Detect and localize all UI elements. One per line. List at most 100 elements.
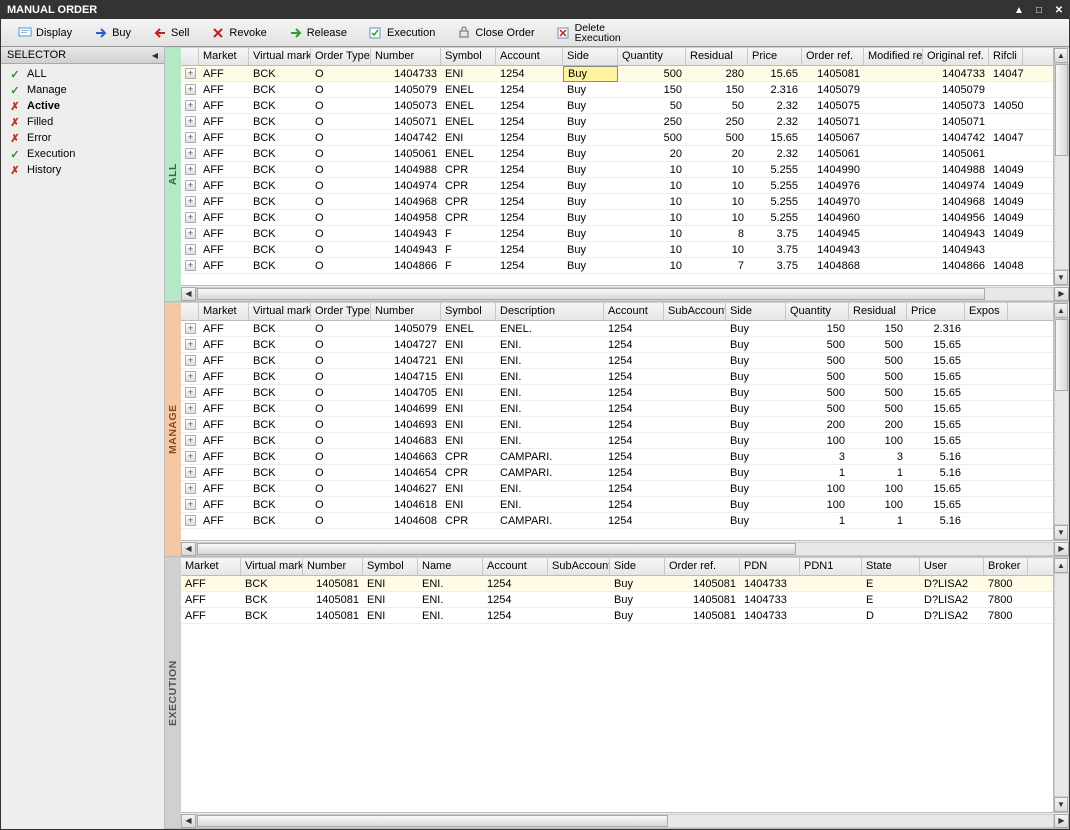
column-header[interactable]: Symbol [441,303,496,320]
column-header[interactable]: Order ref. [665,558,740,575]
selector-collapse-icon[interactable]: ◀ [152,51,158,60]
column-header[interactable]: Order ref. [802,48,864,65]
column-header[interactable]: Account [483,558,548,575]
table-row[interactable]: +AFFBCKO1404742ENI1254Buy50050015.651405… [181,130,1053,146]
column-header[interactable]: Price [907,303,965,320]
panel-tab-manage[interactable]: MANAGE [165,303,181,556]
scroll-left-icon[interactable]: ◀ [181,287,196,301]
column-header[interactable]: Virtual marke [241,558,303,575]
scrollbar-vertical[interactable]: ▲ ▼ [1053,558,1069,812]
table-row[interactable]: +AFFBCKO1404727ENIENI.1254Buy50050015.65 [181,337,1053,353]
buy-button[interactable]: Buy [83,22,142,44]
close-order-button[interactable]: Close Order [446,22,545,44]
table-row[interactable]: +AFFBCKO1404705ENIENI.1254Buy50050015.65 [181,385,1053,401]
table-row[interactable]: +AFFBCKO1404733ENI1254Buy50028015.651405… [181,66,1053,82]
scroll-right-icon[interactable]: ▶ [1054,287,1069,301]
column-header[interactable]: User [920,558,984,575]
expand-icon[interactable]: + [185,260,196,271]
minimize-up-icon[interactable]: ▲ [1013,4,1025,16]
column-header[interactable]: Rifcli [989,48,1023,65]
expand-icon[interactable]: + [185,403,196,414]
expand-icon[interactable]: + [185,355,196,366]
selector-item-filled[interactable]: ✗Filled [1,114,164,130]
expand-icon[interactable]: + [185,451,196,462]
table-row[interactable]: +AFFBCKO1405071ENEL1254Buy2502502.321405… [181,114,1053,130]
panel-tab-execution[interactable]: EXECUTION [165,558,181,828]
table-row[interactable]: +AFFBCKO1404699ENIENI.1254Buy50050015.65 [181,401,1053,417]
maximize-icon[interactable]: □ [1033,4,1045,16]
scroll-down-icon[interactable]: ▼ [1054,270,1068,285]
column-header[interactable]: Order Type [311,48,371,65]
expand-icon[interactable]: + [185,180,196,191]
scrollbar-vertical[interactable]: ▲ ▼ [1053,48,1069,285]
column-header[interactable]: Original ref. [923,48,989,65]
scroll-down-icon[interactable]: ▼ [1054,525,1068,540]
column-header[interactable]: Virtual marke [249,303,311,320]
expand-icon[interactable]: + [185,116,196,127]
scroll-up-icon[interactable]: ▲ [1054,48,1068,63]
expand-icon[interactable]: + [185,84,196,95]
column-header[interactable]: Side [563,48,618,65]
table-row[interactable]: AFFBCK1405081ENIENI.1254Buy1405081140473… [181,592,1053,608]
table-row[interactable]: +AFFBCKO1404663CPRCAMPARI.1254Buy335.16 [181,449,1053,465]
table-row[interactable]: +AFFBCKO1404988CPR1254Buy10105.255140499… [181,162,1053,178]
panel-tab-all[interactable]: ALL [165,48,181,301]
column-header[interactable]: Expos [965,303,1008,320]
table-row[interactable]: +AFFBCKO1404715ENIENI.1254Buy50050015.65 [181,369,1053,385]
selector-item-all[interactable]: ✓ALL [1,66,164,82]
selector-item-active[interactable]: ✗Active [1,98,164,114]
execution-button[interactable]: Execution [358,22,446,44]
expand-icon[interactable]: + [185,132,196,143]
column-header[interactable]: PDN [740,558,800,575]
table-row[interactable]: +AFFBCKO1405061ENEL1254Buy20202.32140506… [181,146,1053,162]
table-row[interactable]: +AFFBCKO1404608CPRCAMPARI.1254Buy115.16 [181,513,1053,529]
column-header[interactable]: Name [418,558,483,575]
expand-icon[interactable]: + [185,515,196,526]
expand-icon[interactable]: + [185,212,196,223]
expand-icon[interactable]: + [185,499,196,510]
table-row[interactable]: +AFFBCKO1404618ENIENI.1254Buy10010015.65 [181,497,1053,513]
column-header[interactable]: Account [604,303,664,320]
display-button[interactable]: Display [7,22,83,44]
scrollbar-horizontal[interactable]: ◀ ▶ [181,540,1069,556]
expand-icon[interactable]: + [185,435,196,446]
table-row[interactable]: +AFFBCKO1404693ENIENI.1254Buy20020015.65 [181,417,1053,433]
expand-icon[interactable]: + [185,244,196,255]
scroll-left-icon[interactable]: ◀ [181,814,196,828]
scroll-up-icon[interactable]: ▲ [1054,303,1068,318]
column-header[interactable]: Quantity [618,48,686,65]
expand-icon[interactable]: + [185,483,196,494]
expand-icon[interactable]: + [185,323,196,334]
scroll-up-icon[interactable]: ▲ [1054,558,1068,573]
column-header[interactable]: Symbol [363,558,418,575]
revoke-button[interactable]: Revoke [200,22,277,44]
delete-execution-button[interactable]: DeleteExecution [546,22,632,44]
table-row[interactable]: +AFFBCKO1405073ENEL1254Buy50502.32140507… [181,98,1053,114]
table-row[interactable]: +AFFBCKO1404974CPR1254Buy10105.255140497… [181,178,1053,194]
expand-icon[interactable]: + [185,387,196,398]
column-header[interactable]: Virtual marke [249,48,311,65]
expand-icon[interactable]: + [185,164,196,175]
table-row[interactable]: AFFBCK1405081ENIENI.1254Buy1405081140473… [181,608,1053,624]
column-header[interactable]: Side [726,303,786,320]
scrollbar-vertical[interactable]: ▲ ▼ [1053,303,1069,540]
expand-icon[interactable]: + [185,228,196,239]
expand-icon[interactable]: + [185,467,196,478]
table-row[interactable]: +AFFBCKO1404866F1254Buy1073.751404868140… [181,258,1053,274]
column-header[interactable]: Account [496,48,563,65]
table-row[interactable]: +AFFBCKO1404943F1254Buy10103.75140494314… [181,242,1053,258]
column-header[interactable]: Description [496,303,604,320]
release-button[interactable]: Release [278,22,358,44]
table-row[interactable]: +AFFBCKO1405079ENEL1254Buy1501502.316140… [181,82,1053,98]
table-row[interactable]: +AFFBCKO1404627ENIENI.1254Buy10010015.65 [181,481,1053,497]
close-icon[interactable]: ✕ [1053,4,1065,16]
scroll-down-icon[interactable]: ▼ [1054,797,1068,812]
table-row[interactable]: +AFFBCKO1405079ENELENEL.1254Buy1501502.3… [181,321,1053,337]
selector-item-error[interactable]: ✗Error [1,130,164,146]
table-row[interactable]: +AFFBCKO1404721ENIENI.1254Buy50050015.65 [181,353,1053,369]
scrollbar-horizontal[interactable]: ◀ ▶ [181,812,1069,828]
selector-item-manage[interactable]: ✓Manage [1,82,164,98]
table-row[interactable]: +AFFBCKO1404968CPR1254Buy10105.255140497… [181,194,1053,210]
column-header[interactable]: Market [199,303,249,320]
column-header[interactable]: Number [371,48,441,65]
